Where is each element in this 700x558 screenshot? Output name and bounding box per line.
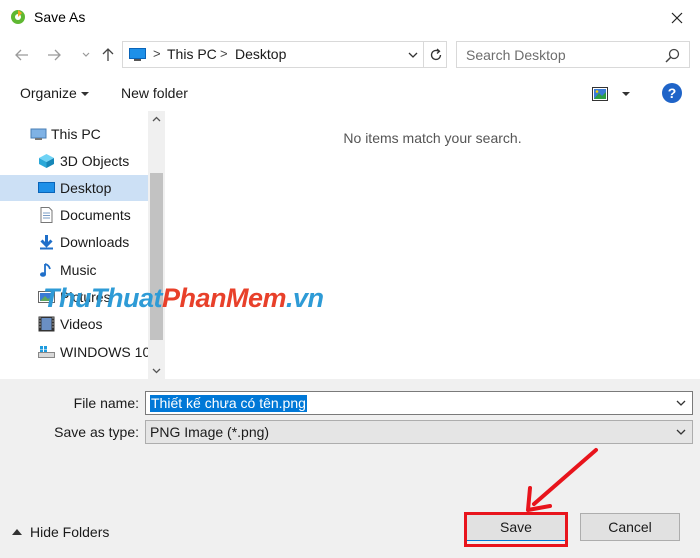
computer-icon: [129, 48, 146, 61]
address-bar[interactable]: > This PC > Desktop: [122, 41, 447, 68]
up-button[interactable]: [98, 45, 118, 65]
scroll-up-arrow[interactable]: [148, 111, 165, 128]
sidebar-item-label: Videos: [60, 316, 103, 332]
drive-icon: [38, 344, 55, 360]
sidebar-item-this-pc[interactable]: This PC: [0, 121, 148, 147]
file-list-area[interactable]: No items match your search.: [165, 111, 700, 379]
sidebar-item-label: WINDOWS 10: [60, 344, 148, 360]
save-as-type-label: Save as type:: [54, 424, 139, 440]
navigation-pane: This PC 3D Objects Desktop Documents Dow…: [0, 111, 148, 379]
save-as-type-select[interactable]: PNG Image (*.png): [145, 420, 693, 444]
chevron-down-icon[interactable]: [674, 425, 688, 439]
address-dropdown-icon[interactable]: [405, 47, 421, 63]
cube-icon: [38, 153, 55, 169]
breadcrumb-separator-icon: >: [153, 46, 161, 61]
command-toolbar: Organize New folder ?: [0, 75, 700, 111]
help-icon[interactable]: ?: [662, 83, 682, 103]
sidebar-item-videos[interactable]: Videos: [0, 311, 148, 337]
back-button[interactable]: [12, 45, 32, 65]
sidebar-item-label: Documents: [60, 207, 131, 223]
navigation-bar: > This PC > Desktop Search Desktop: [0, 35, 700, 75]
save-form-panel: File name: Thiết kế chưa có tên.png Save…: [0, 379, 700, 558]
close-button[interactable]: [654, 0, 700, 35]
save-as-type-value: PNG Image (*.png): [150, 424, 270, 440]
chevron-down-icon[interactable]: [674, 396, 688, 410]
save-button[interactable]: Save: [466, 513, 566, 541]
title-bar: Save As: [0, 0, 700, 35]
app-logo-icon: [10, 9, 26, 25]
breadcrumb-desktop[interactable]: Desktop: [235, 46, 286, 62]
desktop-icon: [38, 180, 55, 196]
sidebar-item-label: Pictures: [60, 289, 111, 305]
hide-folders-button[interactable]: Hide Folders: [12, 524, 109, 540]
sidebar-item-3d-objects[interactable]: 3D Objects: [0, 148, 148, 174]
video-icon: [38, 316, 55, 332]
sidebar-item-pictures[interactable]: Pictures: [0, 284, 148, 310]
sidebar-item-windows-10[interactable]: WINDOWS 10: [0, 339, 148, 365]
sidebar-item-label: 3D Objects: [60, 153, 130, 169]
scrollbar-thumb[interactable]: [150, 173, 163, 340]
computer-icon: [30, 126, 47, 142]
sidebar-item-documents[interactable]: Documents: [0, 202, 148, 228]
arrow-right-icon: [48, 49, 61, 61]
search-box[interactable]: Search Desktop: [456, 41, 690, 68]
refresh-icon: [430, 48, 441, 60]
search-icon[interactable]: [665, 48, 680, 63]
sidebar-item-label: This PC: [51, 126, 101, 142]
music-icon: [38, 262, 55, 278]
breadcrumb-this-pc[interactable]: This PC: [167, 46, 217, 62]
sidebar-item-desktop[interactable]: Desktop: [0, 175, 148, 201]
file-name-label: File name:: [73, 395, 139, 411]
sidebar-item-label: Music: [60, 262, 97, 278]
download-icon: [38, 234, 55, 250]
close-icon: [671, 12, 683, 23]
sidebar-item-label: Downloads: [60, 234, 130, 250]
chevron-down-icon: [152, 368, 161, 374]
arrow-left-icon: [15, 49, 28, 61]
window-title: Save As: [34, 9, 86, 25]
organize-button[interactable]: Organize: [20, 85, 77, 101]
organize-caret-icon: [81, 92, 89, 96]
sidebar-item-music[interactable]: Music: [0, 257, 148, 283]
forward-button[interactable]: [44, 45, 64, 65]
sidebar-item-downloads[interactable]: Downloads: [0, 229, 148, 255]
chevron-up-icon: [152, 116, 161, 122]
hide-folders-label: Hide Folders: [30, 524, 110, 540]
file-name-value[interactable]: Thiết kế chưa có tên.png: [150, 395, 307, 412]
chevron-down-icon: [82, 52, 90, 57]
view-options-icon[interactable]: [592, 87, 608, 101]
empty-results-message: No items match your search.: [343, 130, 522, 146]
search-input[interactable]: Search Desktop: [466, 47, 566, 63]
view-dropdown-caret-icon[interactable]: [622, 92, 630, 96]
cancel-button[interactable]: Cancel: [580, 513, 680, 541]
breadcrumb-separator-icon: >: [220, 46, 228, 61]
navigation-pane-scrollbar[interactable]: [148, 111, 165, 379]
refresh-button[interactable]: [423, 42, 447, 67]
chevron-up-icon: [12, 529, 22, 535]
arrow-up-icon: [102, 48, 114, 61]
scroll-down-arrow[interactable]: [148, 362, 165, 379]
sidebar-item-label: Desktop: [60, 180, 112, 196]
picture-icon: [38, 289, 55, 305]
recent-locations-button[interactable]: [76, 45, 96, 65]
file-name-field[interactable]: Thiết kế chưa có tên.png: [145, 391, 693, 415]
new-folder-button[interactable]: New folder: [121, 85, 188, 101]
document-icon: [38, 207, 55, 223]
